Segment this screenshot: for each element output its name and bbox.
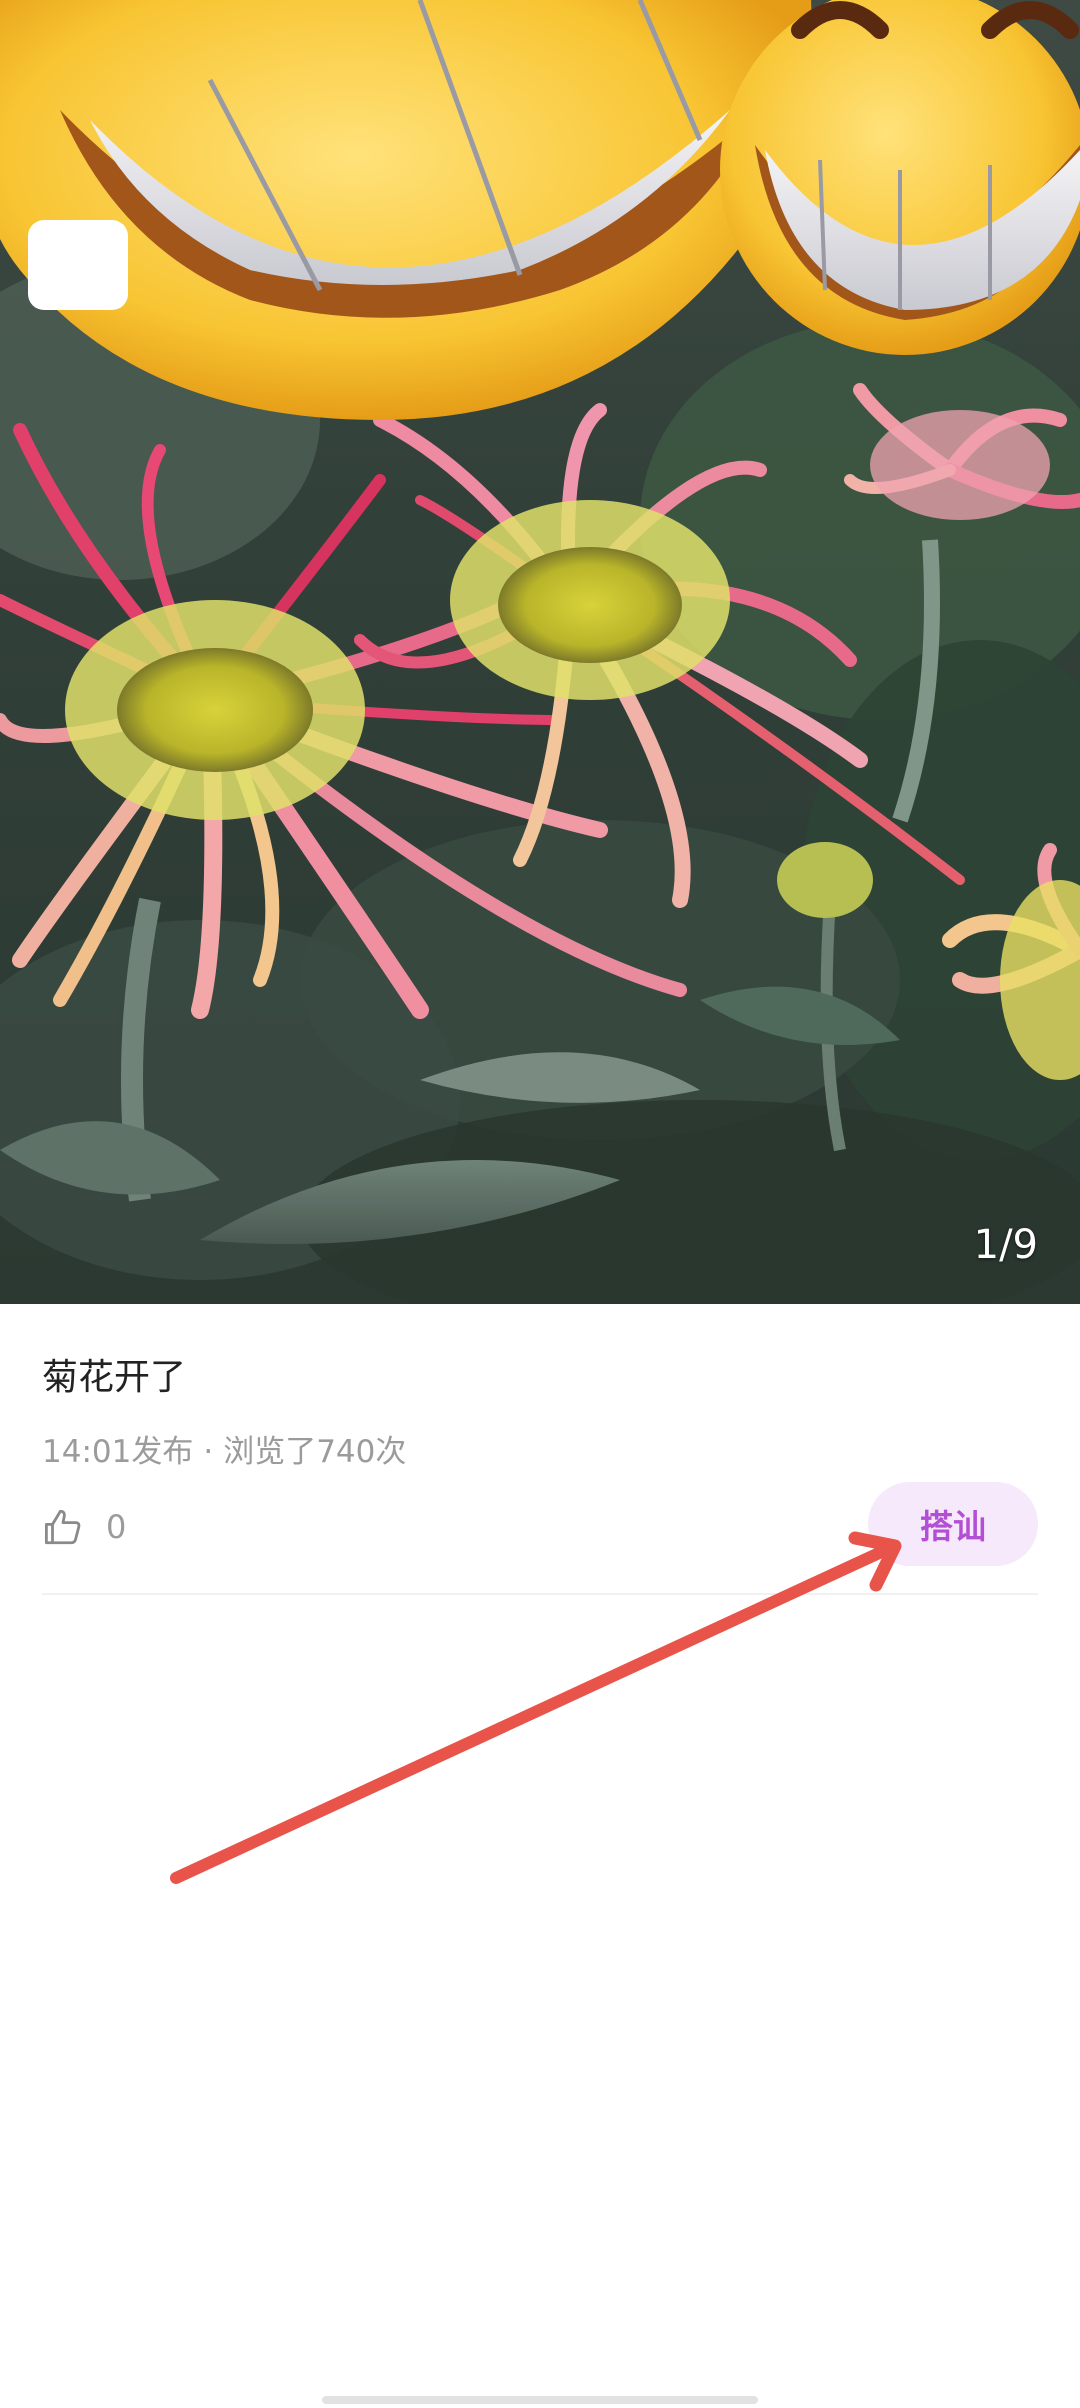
chrysanthemum-photo: [0, 0, 1080, 1304]
post-time: 14:01发布: [42, 1434, 194, 1470]
divider: [42, 1593, 1038, 1595]
thumbs-up-icon[interactable]: [42, 1506, 84, 1548]
post-photo[interactable]: 1/9: [0, 0, 1080, 1304]
chat-up-button[interactable]: 搭讪: [868, 1482, 1038, 1566]
home-indicator[interactable]: [322, 2396, 758, 2404]
like-button[interactable]: 0: [42, 1500, 126, 1554]
photo-page-counter: 1/9: [973, 1222, 1038, 1268]
grinning-face-sticker: [0, 0, 812, 420]
like-count: 0: [106, 1508, 127, 1546]
meta-separator: ·: [203, 1434, 214, 1470]
post-title: 菊花开了: [42, 1357, 187, 1398]
post-views: 浏览了740次: [223, 1434, 407, 1470]
post-meta: 14:01发布 · 浏览了740次: [42, 1426, 406, 1471]
grinning-face-sticker-small: [720, 0, 1080, 355]
